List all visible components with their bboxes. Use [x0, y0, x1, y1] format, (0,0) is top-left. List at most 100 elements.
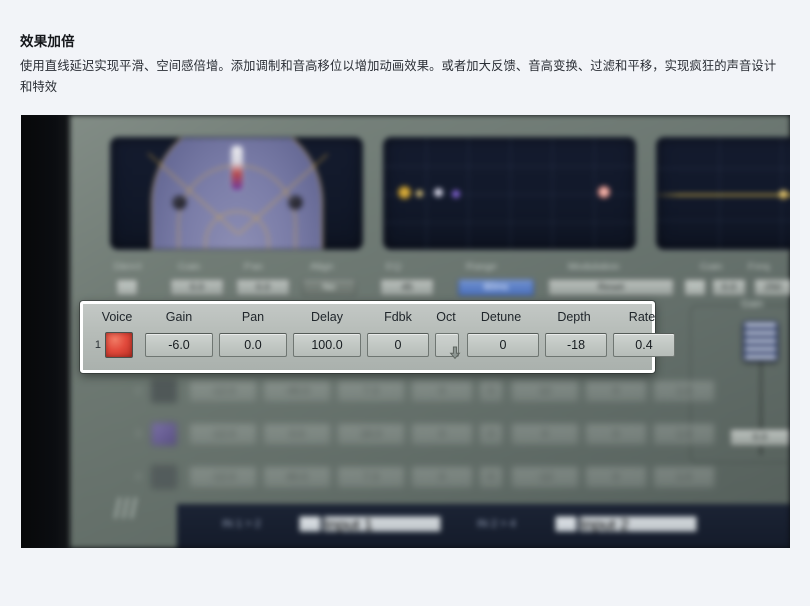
- voice-fdbk-field[interactable]: 0: [411, 466, 473, 488]
- speaker-right-icon[interactable]: [289, 196, 302, 209]
- grid-line: [510, 138, 511, 249]
- voice-rate-field[interactable]: 1.0: [653, 466, 715, 488]
- voice-rate-field[interactable]: 1.0: [653, 380, 715, 402]
- strip-label-eq: EQ: [386, 261, 402, 273]
- page-root: 效果加倍 使用直线延迟实现平滑、空间感倍增。添加调制和音高移位以增加动画效果。或…: [0, 0, 810, 606]
- voice-detune-field[interactable]: -12: [511, 466, 579, 488]
- voice-table-highlight: Voice Gain Pan Delay Fdbk Oct Detune Dep…: [80, 301, 675, 373]
- voice-oct-stepper[interactable]: [435, 333, 461, 360]
- voice-delay-field[interactable]: 7.3: [337, 380, 405, 402]
- column-header-fdbk: Fdbk: [384, 310, 412, 324]
- voice-oct-stepper[interactable]: 0: [479, 466, 503, 488]
- voice-rate-field[interactable]: 1.0: [653, 423, 715, 445]
- routing-group-2-select[interactable]: Input 2: [579, 516, 697, 534]
- microphone-icon[interactable]: [231, 146, 242, 190]
- voice-pan-field[interactable]: 0.0: [219, 333, 287, 357]
- range-field[interactable]: 80ms: [458, 279, 534, 296]
- texture-squiggle: [129, 496, 138, 520]
- voice-gain-field[interactable]: -6.0: [145, 333, 213, 357]
- voice-detune-field[interactable]: 12: [511, 380, 579, 402]
- grid-line: [426, 138, 427, 249]
- routing-bar: IN 1 > 2 Input 1 IN 2 > 4 Input 2: [177, 504, 790, 548]
- voice-rate-field[interactable]: 0.4: [613, 333, 675, 357]
- voice-row-index: 2: [135, 385, 142, 397]
- pan-delay-display[interactable]: [383, 137, 636, 250]
- freq-field[interactable]: 250: [754, 279, 790, 296]
- column-header-oct: Oct: [436, 310, 456, 324]
- voice-fdbk-field[interactable]: 0: [367, 333, 429, 357]
- strip-label-freq: Freq: [748, 261, 770, 273]
- voice-color-swatch[interactable]: [151, 422, 177, 446]
- voice-detune-field[interactable]: 0: [511, 423, 579, 445]
- eq-node-handle[interactable]: [779, 190, 788, 199]
- voice-oct-stepper[interactable]: 0: [479, 380, 503, 402]
- column-header-detune: Detune: [480, 310, 522, 324]
- voice-row-index: 4: [135, 471, 142, 483]
- strip-label-gain: Gain: [178, 261, 201, 273]
- eq-curve: [657, 194, 790, 196]
- strip-label-range: Range: [466, 261, 497, 273]
- voice-row-index: 3: [135, 428, 142, 440]
- align-field[interactable]: No: [302, 279, 356, 296]
- voice-row-2-ghost[interactable]: 2 -12.0 -40.0 7.3 0 0 12 0 1.0: [129, 377, 715, 407]
- grid-line: [657, 168, 790, 169]
- voice-delay-field[interactable]: 100.0: [293, 333, 361, 357]
- gain-field[interactable]: 0.0: [170, 279, 224, 296]
- routing-group-1-select[interactable]: Input 1: [323, 516, 441, 534]
- voice-fdbk-field[interactable]: 0: [411, 423, 473, 445]
- gain-slider-thumb[interactable]: [743, 321, 778, 361]
- strip-label-pan: Pan: [244, 261, 263, 273]
- voice-delay-field[interactable]: 16.0: [337, 423, 405, 445]
- voice-pan-field[interactable]: -40.0: [263, 380, 331, 402]
- gain-toggle-button[interactable]: [684, 279, 706, 296]
- pan-field[interactable]: 0.0: [236, 279, 290, 296]
- voice-row-1[interactable]: 1 -6.0 0.0 100.0 0 0 -18 0.4: [83, 330, 675, 364]
- eq-display[interactable]: [656, 137, 790, 250]
- voice-color-swatch[interactable]: [105, 332, 133, 358]
- voice-dot[interactable]: [398, 186, 411, 199]
- column-header-pan: Pan: [241, 310, 265, 324]
- voice-table-header: Voice Gain Pan Delay Fdbk Oct Detune Dep…: [83, 308, 656, 330]
- room-display[interactable]: [110, 137, 363, 250]
- voice-depth-field[interactable]: 0: [585, 380, 647, 402]
- page-description: 使用直线延迟实现平滑、空间感倍增。添加调制和音高移位以增加动画效果。或者加大反馈…: [20, 59, 777, 94]
- voice-dot[interactable]: [416, 190, 423, 197]
- voice-color-swatch[interactable]: [151, 379, 177, 403]
- strip-label-direct: Direct: [114, 261, 142, 273]
- routing-group-1-icon[interactable]: [299, 516, 321, 532]
- gain-2-field[interactable]: 0.0: [712, 279, 746, 296]
- strip-label-modulation: Modulation: [568, 261, 620, 273]
- voice-pan-field[interactable]: 0.0: [263, 423, 331, 445]
- voice-dot-active[interactable]: [598, 186, 610, 198]
- column-header-gain: Gain: [165, 310, 193, 324]
- voice-depth-field[interactable]: 0: [585, 423, 647, 445]
- voice-oct-stepper[interactable]: 0: [479, 423, 503, 445]
- voice-detune-field[interactable]: 0: [467, 333, 539, 357]
- routing-group-2-label: IN 2 > 4: [477, 518, 516, 530]
- gain-value-field[interactable]: 0.0: [730, 429, 790, 446]
- voice-gain-field[interactable]: -12.0: [189, 466, 257, 488]
- column-header-delay: Delay: [311, 310, 343, 324]
- voice-gain-field[interactable]: -12.0: [189, 380, 257, 402]
- voice-depth-field[interactable]: -18: [545, 333, 607, 357]
- direct-toggle-button[interactable]: [116, 279, 138, 296]
- page-title: 效果加倍: [20, 34, 75, 49]
- voice-row-3-ghost[interactable]: 3 -12.0 0.0 16.0 0 0 0 0 1.0: [129, 420, 715, 450]
- voice-color-swatch[interactable]: [151, 465, 177, 489]
- voice-dot[interactable]: [452, 190, 460, 198]
- delay-plugin-screenshot: Direct Gain Pan Align EQ Range Modulatio…: [21, 115, 790, 548]
- voice-gain-field[interactable]: -12.0: [189, 423, 257, 445]
- voice-delay-field[interactable]: 7.3: [337, 466, 405, 488]
- column-header-depth: Depth: [557, 310, 591, 324]
- voice-pan-field[interactable]: 40.0: [263, 466, 331, 488]
- voice-depth-field[interactable]: 0: [585, 466, 647, 488]
- voice-fdbk-field[interactable]: 0: [411, 380, 473, 402]
- texture-squiggle: [121, 496, 130, 520]
- voice-dot[interactable]: [434, 188, 443, 197]
- routing-group-2-icon[interactable]: [555, 516, 577, 532]
- eq-field[interactable]: 45: [380, 279, 434, 296]
- grid-line: [552, 138, 553, 249]
- speaker-left-icon[interactable]: [173, 196, 186, 209]
- voice-row-4-ghost[interactable]: 4 -12.0 40.0 7.3 0 0 -12 0 1.0: [129, 463, 715, 493]
- modulation-field[interactable]: Reset: [548, 279, 674, 296]
